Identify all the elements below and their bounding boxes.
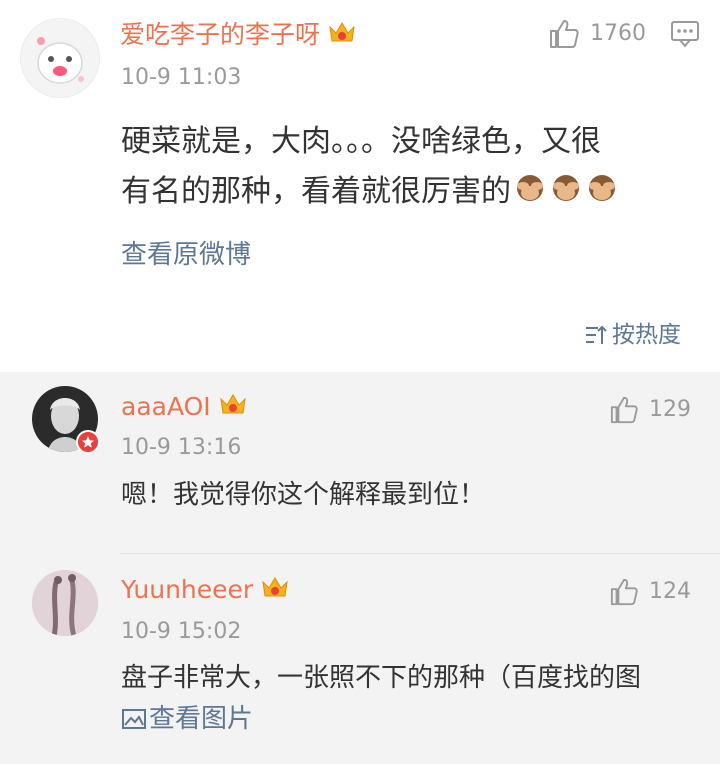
username[interactable]: Yuunheeer	[121, 573, 289, 609]
divider	[120, 553, 720, 554]
see-no-evil-monkey-icon	[513, 173, 547, 218]
verified-badge-icon	[76, 430, 100, 454]
timestamp: 10-9 13:16	[121, 435, 242, 460]
see-no-evil-monkey-icon	[585, 173, 619, 218]
username[interactable]: 爱吃李子的李子呀	[120, 18, 356, 54]
thumbs-up-icon	[550, 20, 579, 48]
like-count: 124	[649, 579, 691, 604]
thumbs-up-icon	[610, 578, 638, 606]
thumbs-up-icon	[610, 396, 638, 424]
comment-text-line-2: 有名的那种，看着就很厉害的	[121, 170, 619, 218]
view-original-post-link[interactable]: 查看原微博	[121, 238, 251, 272]
like-count: 129	[649, 397, 691, 422]
image-icon	[122, 709, 146, 729]
vip-crown-icon	[219, 391, 247, 426]
replies-section: aaaAOI 10-9 13:16 129 嗯！我觉得你这个解释最到位！ Yuu…	[0, 372, 720, 764]
see-no-evil-monkey-icon	[549, 173, 583, 218]
reply-text: 嗯！我觉得你这个解释最到位！	[121, 480, 486, 510]
comment-text-line-1: 硬菜就是，大肉。。。没啥绿色，又很	[121, 124, 601, 159]
like-button[interactable]: 1760	[548, 18, 646, 50]
vip-crown-icon	[328, 19, 356, 54]
username[interactable]: aaaAOI	[121, 390, 247, 426]
sort-by-popularity-button[interactable]: 按热度	[584, 320, 681, 350]
like-button[interactable]: 129	[609, 394, 691, 426]
like-count: 1760	[590, 21, 646, 46]
avatar[interactable]	[32, 570, 98, 636]
like-button[interactable]: 124	[609, 576, 691, 608]
timestamp: 10-9 11:03	[121, 65, 242, 90]
main-comment: 爱吃李子的李子呀 10-9 11:03 1760 硬菜就是，大肉。。。没啥绿色，…	[0, 0, 720, 372]
avatar[interactable]	[20, 18, 100, 98]
comment-icon[interactable]	[670, 20, 700, 52]
reply-text: 盘子非常大，一张照不下的那种（百度找的图	[121, 663, 642, 693]
timestamp: 10-9 15:02	[121, 619, 242, 644]
cartoon-avatar-icon	[37, 37, 84, 84]
view-image-link[interactable]: 查看图片	[121, 700, 253, 738]
sort-icon	[586, 325, 607, 344]
vip-crown-icon	[261, 574, 289, 609]
